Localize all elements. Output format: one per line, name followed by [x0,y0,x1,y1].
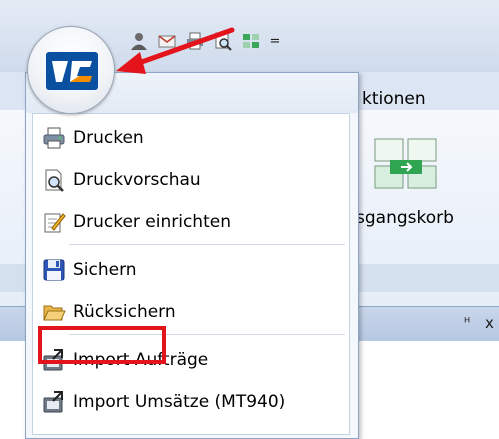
menu-item-label: Druckvorschau [73,170,201,190]
menu-item-import-umsaetze[interactable]: Import Umsätze (MT940) [35,384,347,420]
application-menu-list: Drucken Druckvorschau Drucker einrichten… [32,113,350,435]
printer-icon [41,125,67,151]
menu-item-druckvorschau[interactable]: Druckvorschau [35,162,347,198]
printer-setup-icon [41,209,67,235]
import-icon [41,389,67,415]
print-icon[interactable] [184,30,206,52]
menu-item-drucken[interactable]: Drucken [35,120,347,156]
application-menu-button[interactable] [27,26,115,114]
mail-icon[interactable] [156,30,178,52]
menu-item-label: Import Umsätze (MT940) [73,392,286,412]
tab-aktionen[interactable]: ktionen [352,86,436,112]
menu-item-drucker-einrichten[interactable]: Drucker einrichten [35,204,347,240]
pin-icon[interactable]: ᵸ [464,316,470,331]
menu-item-label: Drucken [73,128,144,148]
print-preview-icon [41,167,67,193]
user-icon[interactable] [128,30,150,52]
close-icon[interactable]: x [485,314,494,332]
menu-item-ruecksichern[interactable]: Rücksichern [35,294,347,330]
floppy-disk-icon [41,257,67,283]
menu-item-sichern[interactable]: Sichern [35,252,347,288]
folder-open-icon [41,299,67,325]
print-preview-icon[interactable] [212,30,234,52]
transfer-icon[interactable] [240,30,262,52]
menu-item-label: Drucker einrichten [73,212,231,232]
menu-item-label: Rücksichern [73,302,176,322]
application-menu: Drucken Druckvorschau Drucker einrichten… [25,72,359,439]
eingangskorb-label: sgangskorb [356,208,454,228]
bank-logo-icon [46,52,98,94]
eingangskorb-button[interactable]: sgangskorb [356,128,496,258]
quick-access-toolbar: = [128,26,282,56]
qat-customize-dropdown[interactable]: = [268,34,282,49]
menu-separator [69,244,345,245]
menu-item-label: Sichern [73,260,137,280]
inbox-transfer-icon [374,138,438,194]
annotation-highlight-box [38,326,166,364]
